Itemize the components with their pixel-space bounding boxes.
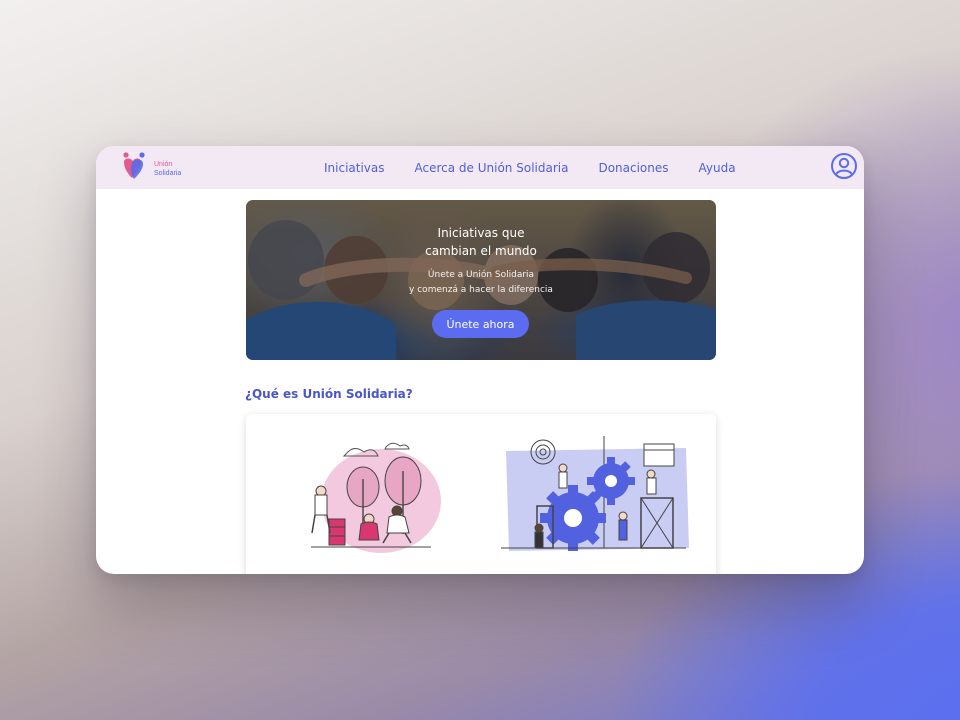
nav-item-iniciativas[interactable]: Iniciativas bbox=[324, 161, 385, 175]
brand-name: Unión Solidaria bbox=[154, 160, 181, 178]
hero-banner: Iniciativas que cambian el mundo Únete a… bbox=[246, 200, 716, 360]
profile-button[interactable] bbox=[830, 152, 858, 180]
about-card bbox=[246, 414, 716, 574]
nav-item-donaciones[interactable]: Donaciones bbox=[598, 161, 668, 175]
nav-item-acerca[interactable]: Acerca de Unión Solidaria bbox=[415, 161, 569, 175]
main-nav: Iniciativas Acerca de Unión Solidaria Do… bbox=[324, 146, 766, 189]
volunteers-planting-illustration bbox=[311, 442, 441, 553]
brand-logo[interactable]: Unión Solidaria bbox=[120, 151, 182, 183]
hero-subtitle: Únete a Unión Solidaria y comenzá a hace… bbox=[409, 270, 553, 295]
user-circle-icon bbox=[831, 153, 857, 179]
join-now-button[interactable]: Únete ahora bbox=[432, 310, 529, 338]
teamwork-gears-illustration bbox=[501, 436, 689, 551]
app-window: Unión Solidaria Iniciativas Acerca de Un… bbox=[96, 146, 864, 574]
about-title: ¿Qué es Unión Solidaria? bbox=[245, 387, 413, 401]
page-content: Iniciativas que cambian el mundo Únete a… bbox=[96, 189, 864, 574]
brand-name-line1: Unión bbox=[154, 161, 173, 168]
top-navbar: Unión Solidaria Iniciativas Acerca de Un… bbox=[96, 146, 864, 189]
brand-name-line2: Solidaria bbox=[154, 170, 182, 177]
hero-title: Iniciativas que cambian el mundo bbox=[425, 226, 537, 258]
nav-item-ayuda[interactable]: Ayuda bbox=[699, 161, 736, 175]
heart-logo-icon bbox=[123, 152, 145, 179]
